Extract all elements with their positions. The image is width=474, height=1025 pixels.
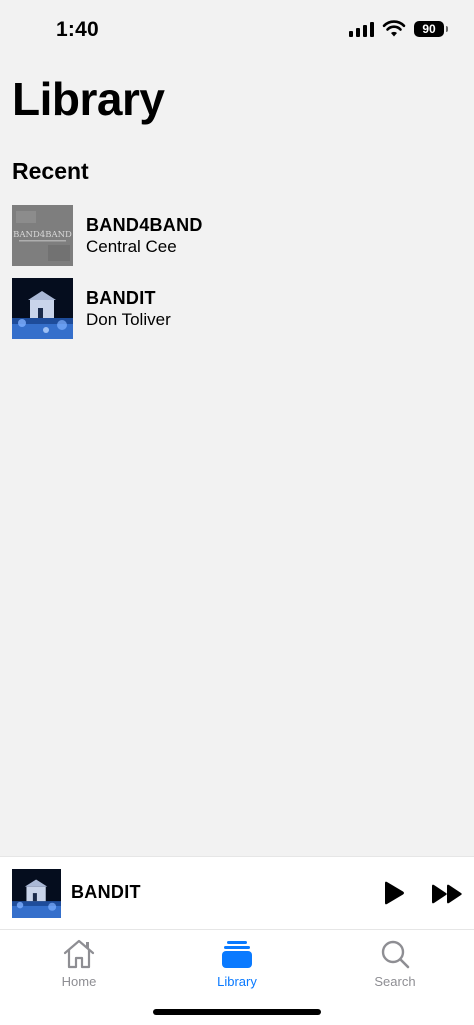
album-cover-band4band: BAND4BAND	[12, 205, 73, 266]
tab-label: Search	[374, 974, 416, 989]
home-icon	[63, 939, 95, 969]
tab-library[interactable]: Library	[182, 938, 292, 989]
status-icons: 90	[349, 20, 448, 38]
status-time: 1:40	[56, 18, 99, 41]
recent-item-title: BANDIT	[86, 287, 156, 308]
recent-item-band4band[interactable]: BAND4BAND BAND4BAND Central Cee	[12, 205, 452, 266]
page-title: Library	[12, 73, 165, 125]
tab-search[interactable]: Search	[340, 938, 450, 989]
fast-forward-icon[interactable]	[431, 884, 463, 904]
recent-list: BAND4BAND BAND4BAND Central Cee BANDIT D…	[12, 205, 452, 351]
mini-player-cover	[12, 869, 61, 918]
play-icon[interactable]	[383, 881, 405, 905]
home-indicator	[153, 1009, 321, 1015]
cellular-signal-icon	[349, 21, 374, 37]
status-bar: 1:40 90	[0, 0, 474, 64]
recent-item-artist: Don Toliver	[86, 309, 171, 329]
tab-home[interactable]: Home	[24, 938, 134, 989]
recent-item-artist: Central Cee	[86, 236, 177, 256]
tab-label: Home	[61, 974, 97, 989]
recent-item-bandit[interactable]: BANDIT Don Toliver	[12, 278, 452, 339]
section-title: Recent	[12, 158, 89, 184]
battery-icon: 90	[414, 21, 448, 37]
album-cover-text: BAND4BAND	[13, 230, 72, 240]
tab-label: Library	[217, 974, 257, 989]
recent-item-title: BAND4BAND	[86, 214, 203, 235]
mini-player[interactable]: BANDIT	[0, 856, 474, 929]
mini-player-title: BANDIT	[71, 882, 141, 902]
search-icon	[381, 940, 410, 969]
album-cover-bandit	[12, 278, 73, 339]
library-icon	[222, 941, 252, 968]
wifi-icon	[382, 20, 406, 37]
